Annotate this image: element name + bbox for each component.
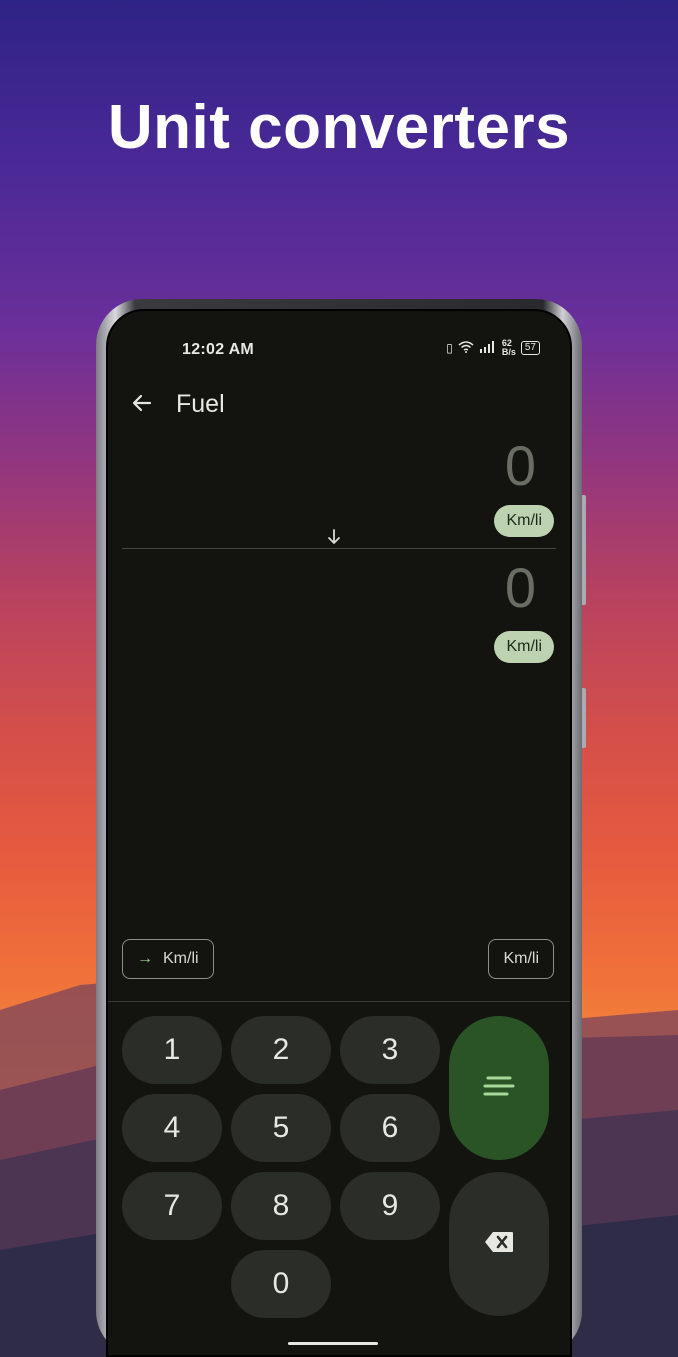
key-2[interactable]: 2 [231, 1016, 331, 1084]
wifi-icon [458, 340, 474, 356]
arrow-down-icon[interactable] [324, 527, 344, 547]
signal-icon [479, 340, 497, 356]
key-8[interactable]: 8 [231, 1172, 331, 1240]
divider [122, 548, 556, 549]
vibrate-icon: ▯ [446, 341, 453, 355]
backspace-icon [484, 1231, 514, 1258]
input-value[interactable]: 0 [505, 433, 536, 498]
phone-screen: 12:02 AM ▯ 62 B/s 57 Fuel 0 Km/li 0 Km/l… [106, 309, 572, 1357]
key-0[interactable]: 0 [231, 1250, 331, 1318]
key-3[interactable]: 3 [340, 1016, 440, 1084]
arrow-left-icon[interactable] [128, 389, 156, 417]
status-time: 12:02 AM [182, 341, 255, 358]
page-title: Fuel [176, 390, 225, 418]
key-7[interactable]: 7 [122, 1172, 222, 1240]
key-4[interactable]: 4 [122, 1094, 222, 1162]
status-icons: ▯ 62 B/s 57 [446, 339, 540, 357]
headline: Unit converters [107, 93, 571, 162]
output-value: 0 [504, 556, 536, 619]
app-bar: Fuel [108, 375, 570, 431]
arrow-right-icon: → [137, 950, 153, 967]
battery-icon: 57 [520, 341, 540, 355]
network-speed: 62 B/s [501, 338, 516, 357]
status-bar: 12:02 AM ▯ 62 B/s 57 [108, 329, 570, 358]
key-9[interactable]: 9 [340, 1172, 440, 1240]
output-unit-chip[interactable]: Km/li [494, 631, 554, 663]
from-unit-button[interactable]: → Km/li [122, 939, 214, 979]
equals-button[interactable] [449, 1016, 549, 1160]
key-1[interactable]: 1 [122, 1016, 222, 1084]
input-unit-chip[interactable]: Km/li [494, 505, 554, 537]
to-unit-button[interactable]: Km/li [488, 939, 554, 979]
key-6[interactable]: 6 [340, 1094, 440, 1162]
equals-lines-icon [482, 1075, 516, 1102]
keypad-divider [108, 1001, 570, 1002]
phone-frame: 12:02 AM ▯ 62 B/s 57 Fuel 0 Km/li 0 Km/l… [96, 299, 582, 1357]
home-indicator[interactable] [288, 1342, 378, 1345]
key-5[interactable]: 5 [231, 1094, 331, 1162]
backspace-button[interactable] [449, 1172, 549, 1316]
